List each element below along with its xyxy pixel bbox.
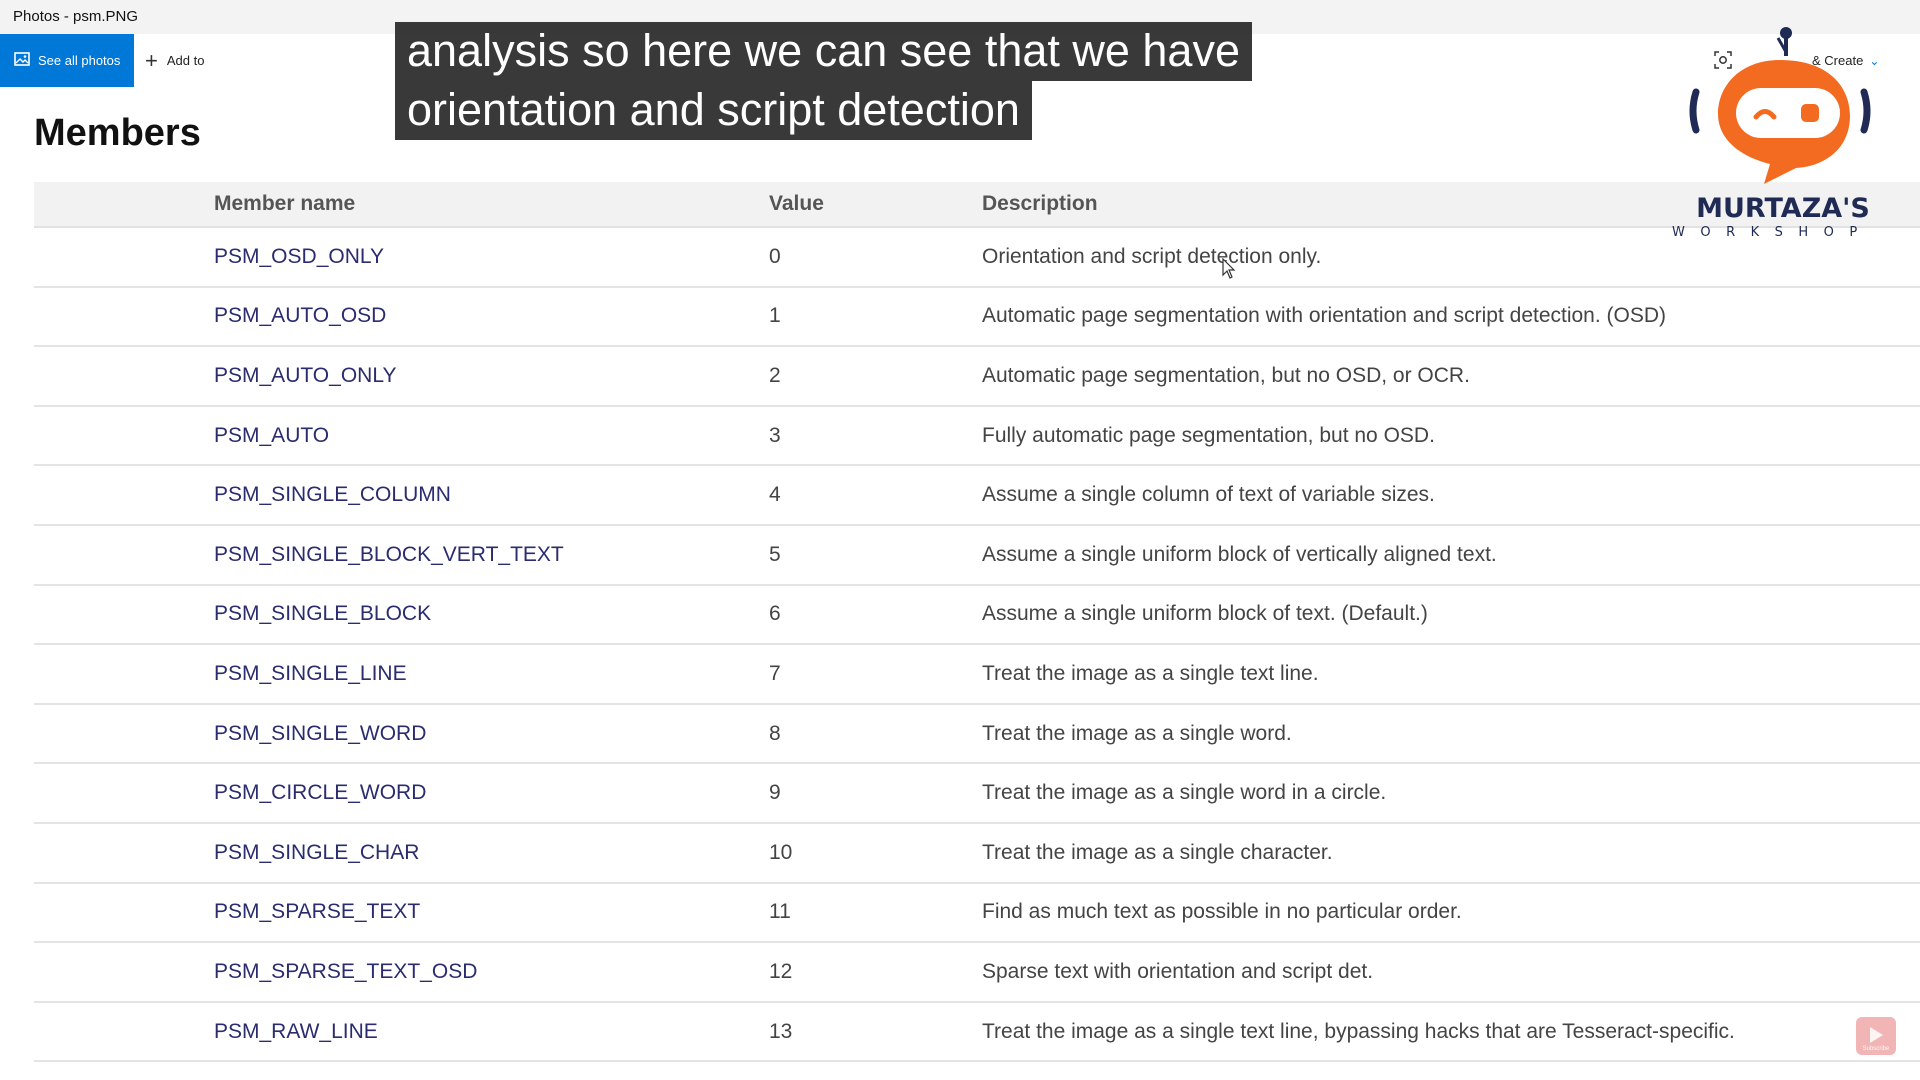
row-spacer — [34, 942, 214, 1003]
row-spacer — [34, 644, 214, 705]
member-name-cell: PSM_SINGLE_COLUMN — [214, 465, 769, 526]
see-all-photos-label: See all photos — [38, 53, 121, 68]
value-cell: 3 — [769, 405, 982, 467]
member-name-cell: PSM_OSD_ONLY — [214, 227, 769, 288]
description-cell: Assume a single uniform block of text. (… — [982, 584, 1920, 646]
header-member-name: Member name — [214, 182, 769, 228]
table-row: PSM_SPARSE_TEXT 11 Find as much text as po… — [34, 882, 1920, 944]
member-name-cell: PSM_SINGLE_WORD — [214, 703, 769, 765]
member-name-cell: PSM_AUTO_OSD — [214, 286, 769, 348]
member-name-cell: PSM_SPARSE_TEXT — [214, 882, 769, 944]
table-row: PSM_AUTO 3 Fully automatic page segmentati… — [34, 405, 1920, 467]
value-cell: 2 — [769, 346, 982, 407]
logo-name: MURTAZA'S — [1696, 193, 1870, 224]
plus-icon: + — [145, 47, 158, 73]
table-row: PSM_CIRCLE_WORD 9 Treat the image as a sin… — [34, 763, 1920, 824]
value-cell: 11 — [769, 882, 982, 944]
value-cell: 6 — [769, 584, 982, 646]
members-table: Member name Value Description PSM_OSD_ON… — [34, 182, 1920, 1063]
table-header-spacer — [34, 182, 214, 228]
value-cell: 8 — [769, 703, 982, 765]
value-cell: 1 — [769, 286, 982, 348]
member-name-cell: PSM_SINGLE_LINE — [214, 644, 769, 705]
row-spacer — [34, 286, 214, 348]
table-row: PSM_SINGLE_WORD 8 Treat the image as a sin… — [34, 703, 1920, 765]
member-name-cell: PSM_SINGLE_CHAR — [214, 822, 769, 884]
table-row: PSM_SPARSE_TEXT_OSD 12 Sparse text with or… — [34, 942, 1920, 1003]
table-row: PSM_AUTO_OSD 1 Automatic page segmentation… — [34, 286, 1920, 348]
row-spacer — [34, 405, 214, 467]
caption-line-2: orientation and script detection — [395, 81, 1032, 140]
description-cell: Automatic page segmentation, but no OSD,… — [982, 346, 1920, 407]
table-row: PSM_SINGLE_BLOCK 6 Assume a single uniform… — [34, 584, 1920, 646]
row-spacer — [34, 703, 214, 765]
value-cell: 13 — [769, 1001, 982, 1063]
table-row: PSM_SINGLE_BLOCK_VERT_TEXT 5 Assume a sing… — [34, 524, 1920, 586]
header-value: Value — [769, 182, 982, 228]
member-name-cell: PSM_SINGLE_BLOCK — [214, 584, 769, 646]
photos-app-window: Photos - psm.PNG See all photos + Add to — [0, 0, 1920, 1080]
value-cell: 9 — [769, 763, 982, 824]
row-spacer — [34, 584, 214, 646]
value-cell: 12 — [769, 942, 982, 1003]
row-spacer — [34, 882, 214, 944]
description-cell: Automatic page segmentation with orienta… — [982, 286, 1920, 348]
description-cell: Treat the image as a single text line. — [982, 644, 1920, 705]
table-header-row: Member name Value Description — [34, 182, 1920, 228]
caption-line-1: analysis so here we can see that we have — [395, 22, 1252, 81]
table-row: PSM_OSD_ONLY 0 Orientation and script dete… — [34, 227, 1920, 288]
table-row: PSM_AUTO_ONLY 2 Automatic page segmentatio… — [34, 346, 1920, 407]
description-cell: Assume a single uniform block of vertica… — [982, 524, 1920, 586]
row-spacer — [34, 524, 214, 586]
description-cell: Treat the image as a single word. — [982, 703, 1920, 765]
value-cell: 4 — [769, 465, 982, 526]
row-spacer — [34, 465, 214, 526]
value-cell: 0 — [769, 227, 982, 288]
subscribe-label: Subscribe — [1862, 1046, 1890, 1052]
value-cell: 7 — [769, 644, 982, 705]
member-name-cell: PSM_SPARSE_TEXT_OSD — [214, 942, 769, 1003]
table-row: PSM_RAW_LINE 13 Treat the image as a singl… — [34, 1001, 1920, 1063]
row-spacer — [34, 763, 214, 824]
logo-subtitle: WORKSHOP — [1672, 225, 1873, 240]
member-name-cell: PSM_CIRCLE_WORD — [214, 763, 769, 824]
member-name-cell: PSM_AUTO — [214, 405, 769, 467]
description-cell: Treat the image as a single character. — [982, 822, 1920, 884]
description-cell: Fully automatic page segmentation, but n… — [982, 405, 1920, 467]
member-name-cell: PSM_RAW_LINE — [214, 1001, 769, 1063]
video-caption: analysis so here we can see that we have… — [395, 22, 1252, 140]
description-cell: Assume a single column of text of variab… — [982, 465, 1920, 526]
photo-library-icon — [14, 52, 30, 69]
description-cell: Treat the image as a single word in a ci… — [982, 763, 1920, 824]
member-name-cell: PSM_SINGLE_BLOCK_VERT_TEXT — [214, 524, 769, 586]
table-row: PSM_SINGLE_LINE 7 Treat the image as a sin… — [34, 644, 1920, 705]
row-spacer — [34, 227, 214, 288]
member-name-cell: PSM_AUTO_ONLY — [214, 346, 769, 407]
row-spacer — [34, 822, 214, 884]
mouse-cursor-icon — [1222, 257, 1238, 280]
table-row: PSM_SINGLE_CHAR 10 Treat the image as a si… — [34, 822, 1920, 884]
description-cell: Sparse text with orientation and script … — [982, 942, 1920, 1003]
table-row: PSM_SINGLE_COLUMN 4 Assume a single column… — [34, 465, 1920, 526]
row-spacer — [34, 1001, 214, 1063]
page-title: Members — [34, 112, 201, 154]
youtube-play-icon — [1870, 1027, 1883, 1043]
description-cell: Find as much text as possible in no part… — [982, 882, 1920, 944]
subscribe-button[interactable]: Subscribe — [1856, 1017, 1896, 1055]
add-to-label: Add to — [166, 53, 205, 68]
see-all-photos-button[interactable]: See all photos — [0, 34, 134, 87]
value-cell: 5 — [769, 524, 982, 586]
row-spacer — [34, 346, 214, 407]
value-cell: 10 — [769, 822, 982, 884]
add-to-button[interactable]: + Add to — [145, 34, 204, 87]
description-cell: Treat the image as a single text line, b… — [982, 1001, 1920, 1063]
